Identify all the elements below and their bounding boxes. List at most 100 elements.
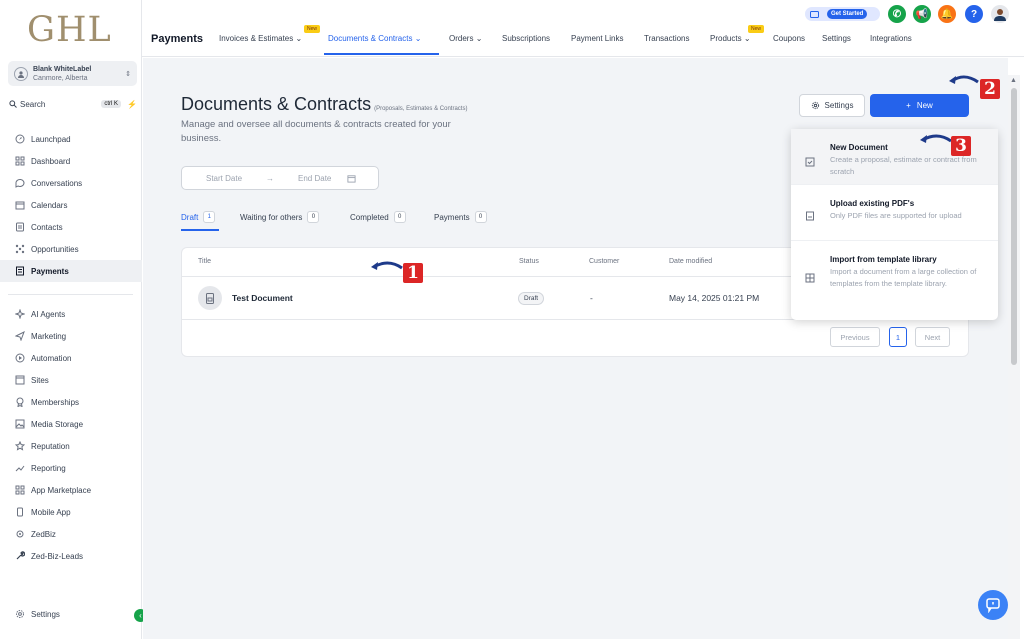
- annotation-arrow-2: [949, 75, 979, 84]
- annotation-marker-3: 3: [951, 136, 971, 156]
- sidebar-item-label: Dashboard: [31, 156, 71, 166]
- menu-item-title: Import from template library: [830, 255, 937, 264]
- column-header-customer[interactable]: Customer: [589, 258, 619, 265]
- sidebar-item-ai-agents[interactable]: AI Agents: [0, 303, 142, 325]
- tab-completed[interactable]: Completed 0: [350, 211, 406, 223]
- scroll-up-arrow-icon[interactable]: ▲: [1010, 77, 1017, 84]
- menu-item-description: Import a document from a large collectio…: [830, 267, 977, 288]
- tab-coupons[interactable]: Coupons: [773, 34, 805, 43]
- tab-label: Draft: [181, 212, 199, 222]
- tab-subscriptions[interactable]: Subscriptions: [502, 34, 550, 43]
- sidebar-item-label: Reporting: [31, 463, 66, 473]
- column-header-title[interactable]: Title: [198, 258, 211, 265]
- active-tab-indicator: [324, 53, 439, 55]
- sidebar-item-zedbiz[interactable]: ZedBiz: [0, 523, 142, 545]
- sidebar-item-reputation[interactable]: Reputation: [0, 435, 142, 457]
- sidebar-item-sites[interactable]: Sites: [0, 369, 142, 391]
- sidebar-item-opportunities[interactable]: Opportunities: [0, 238, 142, 260]
- file-upload-icon: [806, 211, 814, 221]
- tab-settings[interactable]: Settings: [822, 34, 851, 43]
- sparkle-icon: [15, 309, 25, 319]
- sidebar-item-mobile-app[interactable]: Mobile App: [0, 501, 142, 523]
- sidebar-item-payments[interactable]: Payments: [0, 260, 142, 282]
- tab-invoices-estimates[interactable]: Invoices & Estimates ⌄: [219, 34, 302, 43]
- sidebar-item-reporting[interactable]: Reporting: [0, 457, 142, 479]
- date-range-picker[interactable]: Start Date → End Date: [181, 166, 379, 190]
- active-tab-indicator: [181, 229, 219, 231]
- brand-logo[interactable]: GHL: [27, 10, 112, 50]
- tab-orders[interactable]: Orders ⌄: [449, 34, 482, 43]
- user-avatar[interactable]: [991, 5, 1009, 23]
- tab-draft[interactable]: Draft 1: [181, 211, 216, 223]
- next-page-button[interactable]: Next: [915, 327, 950, 347]
- tab-waiting-for-others[interactable]: Waiting for others 0: [240, 211, 320, 223]
- trend-icon: [15, 465, 25, 472]
- column-header-date-modified[interactable]: Date modified: [669, 258, 712, 265]
- document-icon: [198, 286, 222, 310]
- end-date-input[interactable]: End Date: [298, 174, 331, 183]
- start-date-input[interactable]: Start Date: [206, 174, 242, 183]
- account-location: Canmore, Alberta: [33, 74, 88, 82]
- tab-products[interactable]: Products ⌄: [710, 34, 751, 43]
- chat-widget-button[interactable]: [978, 590, 1008, 620]
- megaphone-icon[interactable]: 📢: [913, 5, 931, 23]
- column-header-status[interactable]: Status: [519, 258, 539, 265]
- chat-icon: [15, 178, 25, 188]
- scrollbar-thumb[interactable]: [1011, 88, 1017, 365]
- sidebar-item-app-marketplace[interactable]: App Marketplace: [0, 479, 142, 501]
- row-customer: -: [590, 293, 593, 303]
- sidebar: GHL Blank WhiteLabel Canmore, Alberta ⇕ …: [0, 0, 142, 639]
- tab-label: Waiting for others: [240, 212, 303, 222]
- tab-documents-contracts[interactable]: Documents & Contracts ⌄: [328, 34, 421, 43]
- sidebar-item-zed-biz-leads[interactable]: Zed-Biz-Leads: [0, 545, 142, 567]
- account-name: Blank WhiteLabel: [33, 65, 92, 73]
- chevron-down-icon: ⌄: [295, 34, 303, 43]
- search-trigger[interactable]: Search ctrl K ⚡: [9, 97, 137, 111]
- annotation-marker-2: 2: [980, 79, 1000, 99]
- settings-button[interactable]: Settings: [799, 94, 865, 117]
- tab-payment-links[interactable]: Payment Links: [571, 34, 623, 43]
- sidebar-item-dashboard[interactable]: Dashboard: [0, 150, 142, 172]
- sidebar-item-label: Marketing: [31, 331, 67, 341]
- row-title[interactable]: Test Document: [232, 293, 293, 303]
- tab-payments[interactable]: Payments 0: [434, 211, 487, 223]
- section-title: Payments: [151, 33, 203, 45]
- badge-icon: [16, 397, 24, 407]
- account-switcher[interactable]: Blank WhiteLabel Canmore, Alberta ⇕: [8, 61, 137, 86]
- account-avatar-icon: [14, 66, 28, 81]
- sidebar-divider: [8, 294, 133, 295]
- help-icon[interactable]: ?: [965, 5, 983, 23]
- tab-count: 0: [474, 211, 487, 223]
- tab-label: Completed: [350, 212, 389, 222]
- page-title-text: Documents & Contracts: [181, 94, 372, 114]
- sidebar-item-memberships[interactable]: Memberships: [0, 391, 142, 413]
- page-scrollbar[interactable]: ▲: [1008, 75, 1020, 639]
- menu-item-upload-pdf[interactable]: Upload existing PDF's Only PDF files are…: [791, 185, 998, 241]
- sidebar-item-automation[interactable]: Automation: [0, 347, 142, 369]
- sidebar-item-launchpad[interactable]: Launchpad: [0, 128, 142, 150]
- sidebar-item-media-storage[interactable]: Media Storage: [0, 413, 142, 435]
- page-number-button[interactable]: 1: [889, 327, 907, 347]
- chat-bubble-icon: [986, 598, 1000, 613]
- sidebar-item-marketing[interactable]: Marketing: [0, 325, 142, 347]
- sidebar-item-calendars[interactable]: Calendars: [0, 194, 142, 216]
- page-title: Documents & Contracts (Proposals, Estimat…: [181, 94, 467, 115]
- sidebar-item-label: Memberships: [31, 397, 80, 407]
- sidebar-item-label: Settings: [31, 609, 60, 619]
- lightning-icon[interactable]: ⚡: [127, 100, 137, 109]
- get-started-button[interactable]: Get Started: [805, 7, 880, 21]
- bell-icon[interactable]: 🔔: [938, 5, 956, 23]
- menu-item-title: New Document: [830, 143, 888, 152]
- sidebar-item-conversations[interactable]: Conversations: [0, 172, 142, 194]
- tab-transactions[interactable]: Transactions: [644, 34, 690, 43]
- sidebar-item-settings[interactable]: Settings: [0, 603, 142, 625]
- phone-icon[interactable]: ✆: [888, 5, 906, 23]
- sidebar-item-label: Contacts: [31, 222, 63, 232]
- grid-icon: [15, 156, 25, 166]
- sites-icon: [15, 375, 25, 385]
- sidebar-item-contacts[interactable]: Contacts: [0, 216, 142, 238]
- new-button[interactable]: + New: [870, 94, 969, 117]
- previous-page-button[interactable]: Previous: [830, 327, 880, 347]
- menu-item-template-library[interactable]: Import from template library Import a do…: [791, 241, 998, 320]
- tab-integrations[interactable]: Integrations: [870, 34, 912, 43]
